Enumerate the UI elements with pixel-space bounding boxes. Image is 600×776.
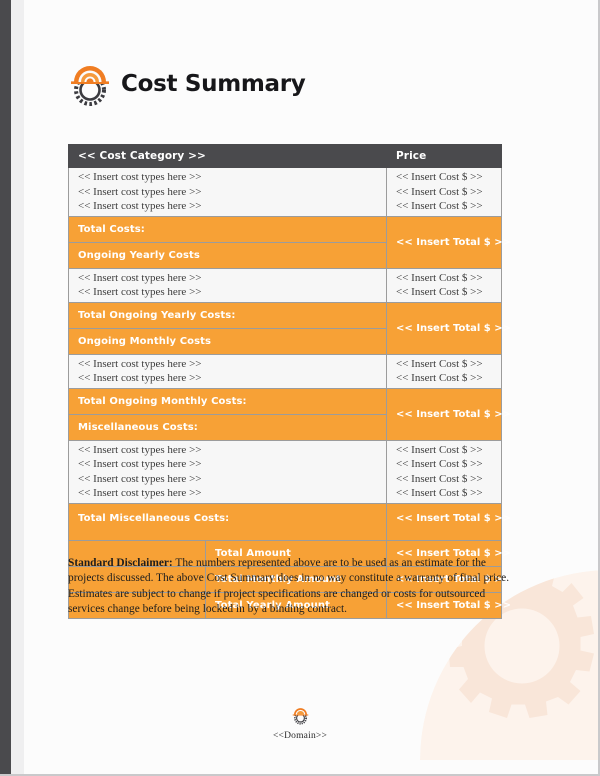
document-page: Cost Summary << Cost Category >> Price <… [0, 0, 600, 776]
document-header: Cost Summary [68, 62, 306, 106]
table-row-total: Total Ongoing Monthly Costs: << Insert T… [68, 387, 511, 441]
cost-price-placeholder[interactable]: << Insert Cost $ >> [396, 357, 501, 372]
cost-item-placeholder[interactable]: << Insert cost types here >> [78, 185, 386, 200]
footer-domain-label: <<Domain>> [272, 731, 328, 741]
total-value[interactable]: << Insert Total $ >> [386, 301, 511, 355]
cost-items-cell[interactable]: << Insert cost types here >> << Insert c… [68, 167, 387, 217]
total-value[interactable]: << Insert Total $ >> [386, 215, 511, 269]
cost-item-placeholder[interactable]: << Insert cost types here >> [78, 486, 386, 501]
cost-items-cell[interactable]: << Insert cost types here >> << Insert c… [68, 439, 387, 504]
column-header-category: << Cost Category >> [68, 144, 387, 168]
hardhat-gear-logo-icon [71, 66, 109, 106]
page-title: Cost Summary [121, 71, 306, 97]
disclaimer-heading: Standard Disclaimer: [68, 557, 173, 569]
table-row: << Insert cost types here >> << Insert c… [68, 267, 502, 303]
cost-item-placeholder[interactable]: << Insert cost types here >> [78, 457, 386, 472]
cost-price-cell[interactable]: << Insert Cost $ >> << Insert Cost $ >> [386, 353, 502, 389]
cost-price-placeholder[interactable]: << Insert Cost $ >> [396, 170, 501, 185]
section-label-ongoing-yearly-costs: Ongoing Yearly Costs [68, 241, 387, 269]
cost-item-placeholder[interactable]: << Insert cost types here >> [78, 443, 386, 458]
standard-disclaimer: Standard Disclaimer: The numbers represe… [68, 556, 515, 617]
cost-price-placeholder[interactable]: << Insert Cost $ >> [396, 271, 501, 286]
total-value[interactable]: << Insert Total $ >> [386, 502, 511, 541]
cost-price-cell[interactable]: << Insert Cost $ >> << Insert Cost $ >> … [386, 439, 502, 504]
table-row: << Insert cost types here >> << Insert c… [68, 353, 502, 389]
table-row-total: Total Miscellaneous Costs: << Insert Tot… [68, 502, 511, 541]
cost-price-cell[interactable]: << Insert Cost $ >> << Insert Cost $ >> … [386, 167, 502, 217]
cost-table-body: << Cost Category >> Price << Insert cost… [68, 144, 511, 619]
cost-price-placeholder[interactable]: << Insert Cost $ >> [396, 285, 501, 300]
total-label-total-costs: Total Costs: [68, 215, 387, 243]
cost-item-placeholder[interactable]: << Insert cost types here >> [78, 472, 386, 487]
left-gutter [11, 0, 24, 776]
cost-price-placeholder[interactable]: << Insert Cost $ >> [396, 457, 501, 472]
cost-item-placeholder[interactable]: << Insert cost types here >> [78, 199, 386, 214]
cost-price-placeholder[interactable]: << Insert Cost $ >> [396, 371, 501, 386]
section-label-ongoing-monthly-costs: Ongoing Monthly Costs [68, 327, 387, 355]
table-row: << Insert cost types here >> << Insert c… [68, 167, 502, 217]
table-row-total: Total Costs: << Insert Total $ >> [68, 215, 511, 269]
cost-items-cell[interactable]: << Insert cost types here >> << Insert c… [68, 267, 387, 303]
cost-price-placeholder[interactable]: << Insert Cost $ >> [396, 199, 501, 214]
cost-item-placeholder[interactable]: << Insert cost types here >> [78, 371, 386, 386]
cost-items-cell[interactable]: << Insert cost types here >> << Insert c… [68, 353, 387, 389]
cost-price-placeholder[interactable]: << Insert Cost $ >> [396, 486, 501, 501]
page-footer: <<Domain>> [0, 706, 600, 741]
cost-price-cell[interactable]: << Insert Cost $ >> << Insert Cost $ >> [386, 267, 502, 303]
cost-price-placeholder[interactable]: << Insert Cost $ >> [396, 472, 501, 487]
total-label-ongoing-monthly: Total Ongoing Monthly Costs: [68, 387, 387, 415]
total-value[interactable]: << Insert Total $ >> [386, 387, 511, 441]
cost-item-placeholder[interactable]: << Insert cost types here >> [78, 170, 386, 185]
left-binder-bar [0, 0, 11, 776]
cost-item-placeholder[interactable]: << Insert cost types here >> [78, 271, 386, 286]
cost-price-placeholder[interactable]: << Insert Cost $ >> [396, 443, 501, 458]
total-label-ongoing-yearly: Total Ongoing Yearly Costs: [68, 301, 387, 329]
section-label-miscellaneous-costs: Miscellaneous Costs: [68, 413, 387, 441]
cost-price-placeholder[interactable]: << Insert Cost $ >> [396, 185, 501, 200]
hardhat-gear-logo-small-icon [292, 708, 308, 725]
table-row: << Insert cost types here >> << Insert c… [68, 439, 502, 504]
cost-summary-table: << Cost Category >> Price << Insert cost… [68, 144, 511, 619]
table-row-total: Total Ongoing Yearly Costs: << Insert To… [68, 301, 511, 355]
cost-item-placeholder[interactable]: << Insert cost types here >> [78, 285, 386, 300]
table-header-row: << Cost Category >> Price [68, 144, 502, 168]
cost-item-placeholder[interactable]: << Insert cost types here >> [78, 357, 386, 372]
column-header-price: Price [386, 144, 502, 168]
total-label-miscellaneous: Total Miscellaneous Costs: [68, 502, 387, 541]
